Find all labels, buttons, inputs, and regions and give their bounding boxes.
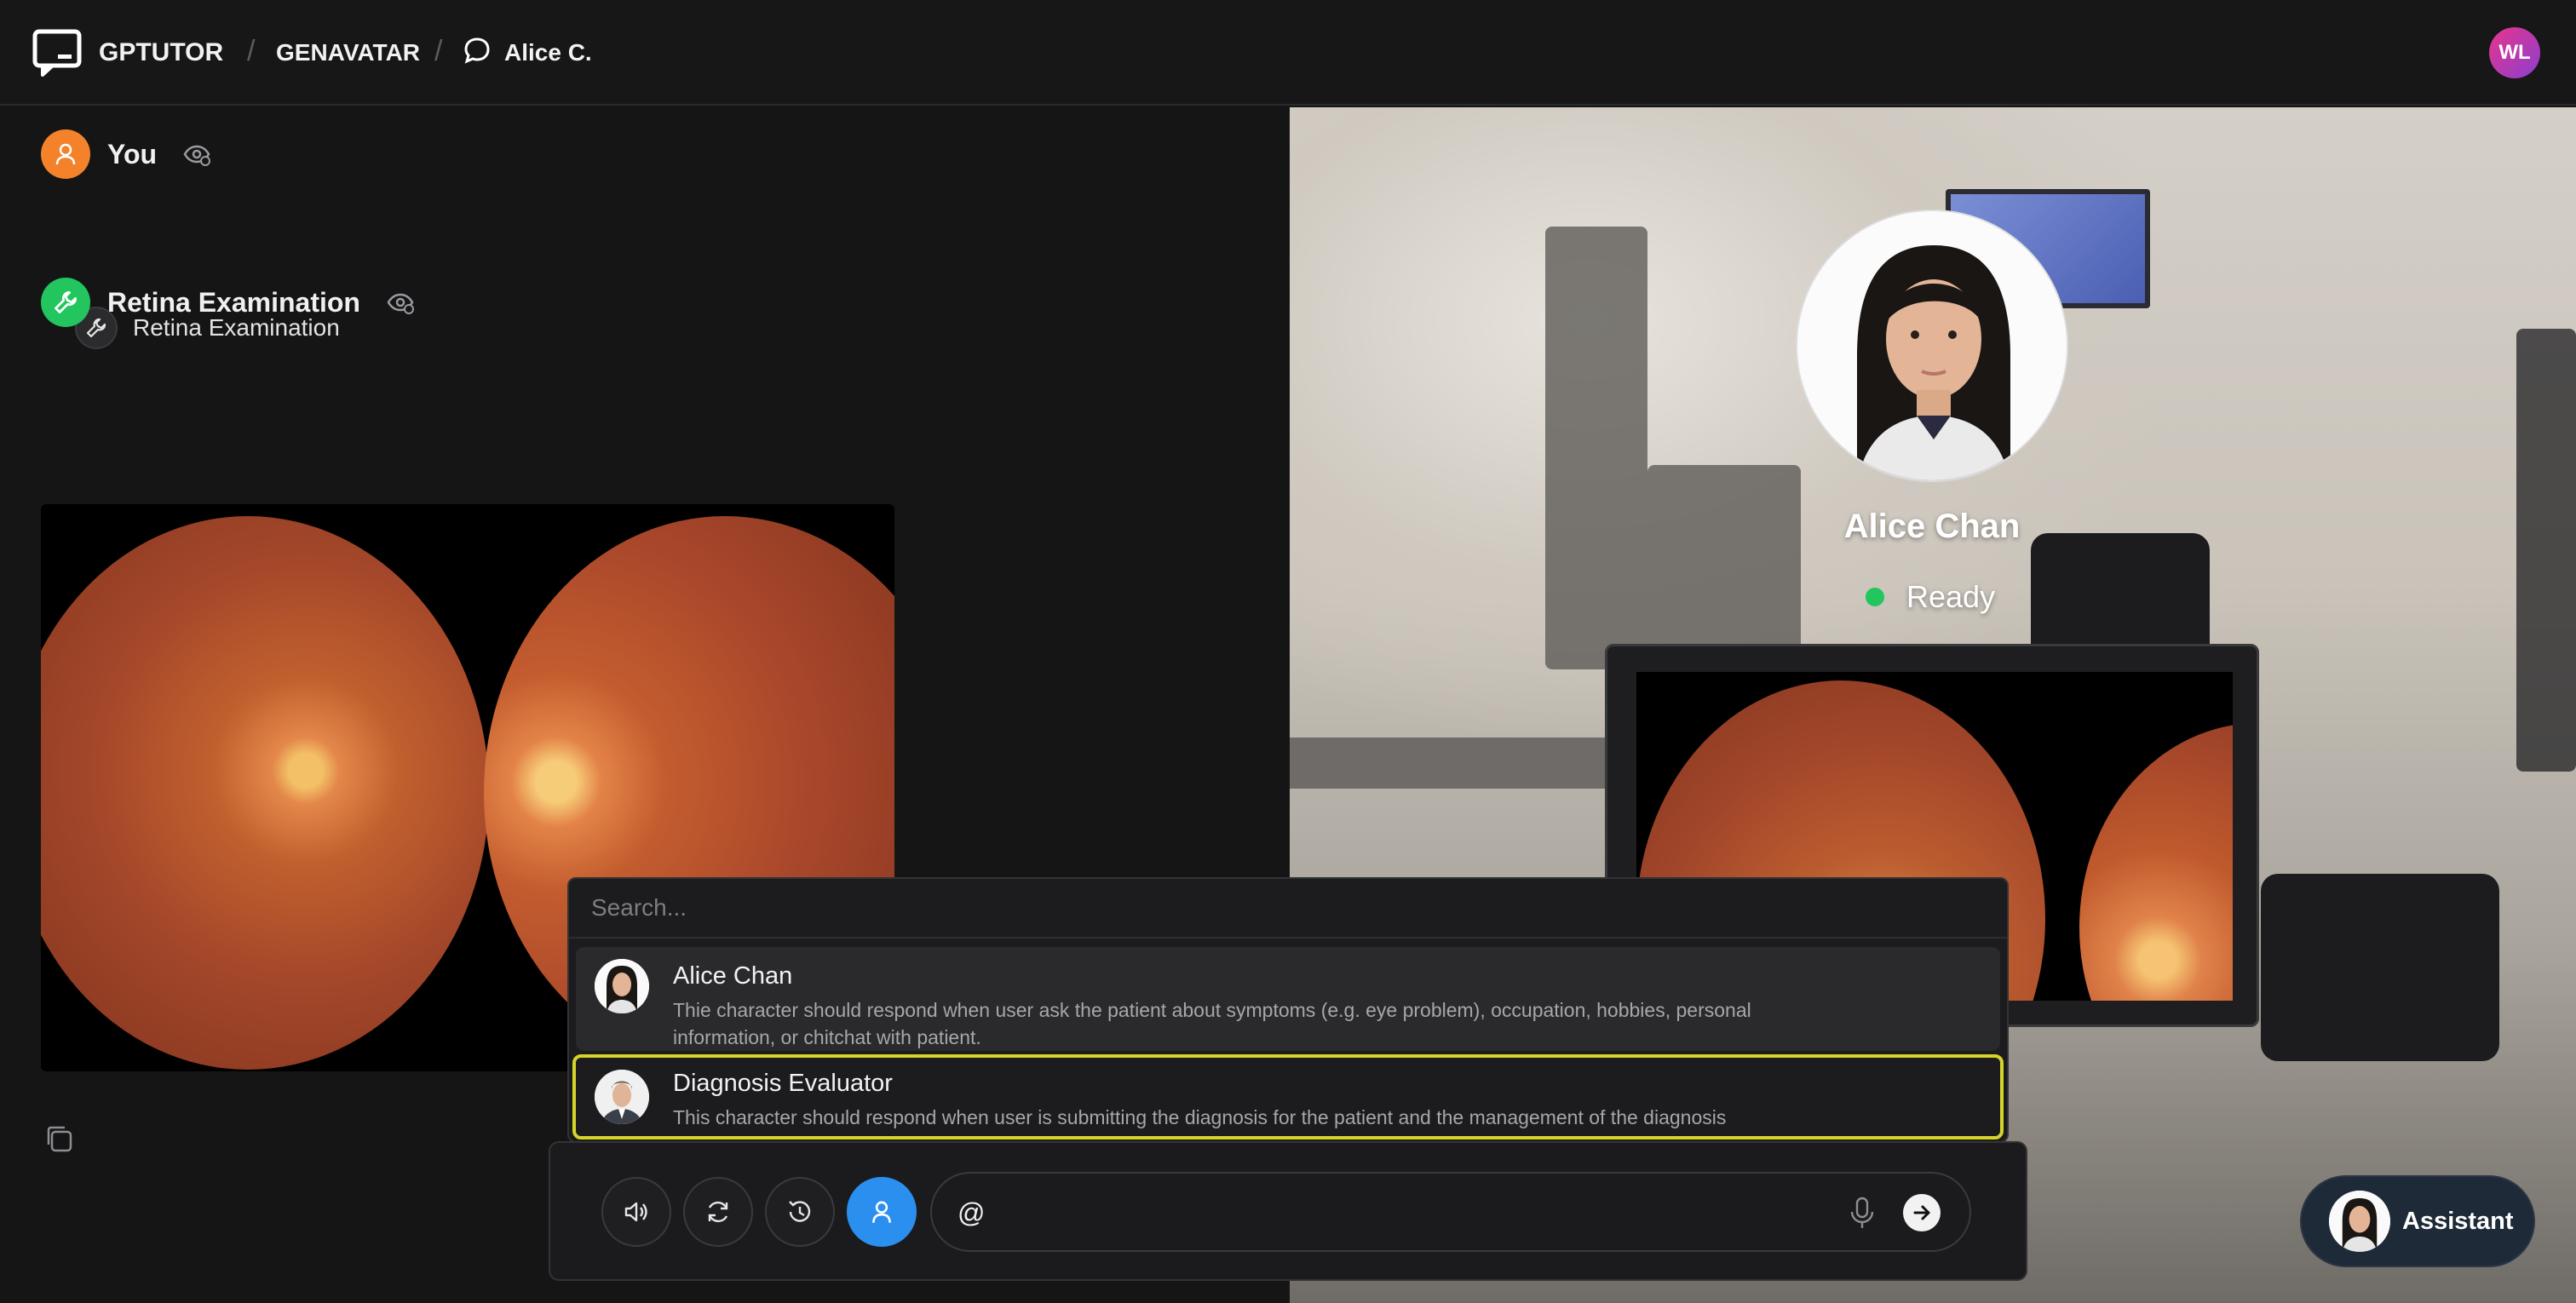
wall-equipment bbox=[2516, 329, 2576, 772]
message-role: You bbox=[107, 138, 158, 169]
right-eye-fundus bbox=[2079, 723, 2233, 1001]
top-header: GPTUTOR / GENAVATAR / Alice C. WL bbox=[0, 0, 2576, 106]
assistant-avatar-icon bbox=[2329, 1191, 2390, 1252]
message-input-wrapper bbox=[930, 1172, 1971, 1252]
character-option-name: Alice Chan bbox=[673, 962, 793, 990]
breadcrumb-chat[interactable]: Alice C. bbox=[504, 34, 592, 72]
user-avatar[interactable]: WL bbox=[2489, 27, 2540, 78]
waiting-chair bbox=[2261, 874, 2499, 1061]
left-eye-fundus bbox=[41, 516, 489, 1070]
brand-link[interactable]: GPTUTOR bbox=[99, 34, 223, 72]
assistant-button[interactable]: Assistant bbox=[2300, 1175, 2535, 1267]
history-button[interactable] bbox=[765, 1177, 835, 1247]
slit-lamp-machine bbox=[1545, 227, 1647, 669]
message-header-user: You bbox=[41, 129, 211, 179]
status-text: Ready bbox=[1906, 579, 1996, 614]
character-option-description: Thie character should respond when user … bbox=[673, 999, 1751, 1048]
user-icon bbox=[41, 129, 90, 179]
history-icon bbox=[789, 1201, 811, 1222]
alice-avatar-icon bbox=[595, 959, 649, 1013]
eye-visibility-icon[interactable] bbox=[182, 140, 211, 169]
breadcrumb-separator: / bbox=[247, 35, 256, 67]
send-arrow-icon bbox=[1913, 1205, 1930, 1220]
volume-icon bbox=[624, 1202, 647, 1222]
character-option-name: Diagnosis Evaluator bbox=[673, 1070, 893, 1097]
gptutor-logo-icon[interactable] bbox=[32, 29, 82, 78]
counter-top bbox=[1290, 738, 1647, 789]
woman-avatar-icon bbox=[1797, 211, 2067, 480]
send-button[interactable] bbox=[1903, 1194, 1941, 1231]
wrench-icon bbox=[41, 278, 90, 327]
breadcrumb-project[interactable]: GENAVATAR bbox=[276, 34, 420, 72]
volume-button[interactable] bbox=[601, 1177, 671, 1247]
message-header-tool: Retina Examination bbox=[41, 278, 415, 327]
eye-visibility-icon[interactable] bbox=[386, 288, 415, 317]
message-role: Retina Examination bbox=[107, 286, 360, 318]
character-status: Ready bbox=[1866, 579, 1995, 615]
refresh-button[interactable] bbox=[683, 1177, 753, 1247]
breadcrumb-separator: / bbox=[434, 35, 443, 67]
character-select-button[interactable] bbox=[847, 1177, 917, 1247]
character-search-input[interactable] bbox=[569, 879, 2007, 939]
character-name: Alice Chan bbox=[1843, 508, 2021, 545]
refresh-icon bbox=[708, 1201, 728, 1223]
character-option-description: This character should respond when user … bbox=[673, 1106, 1727, 1128]
character-option-diagnosis-evaluator[interactable]: Diagnosis Evaluator This character shoul… bbox=[572, 1054, 2004, 1139]
evaluator-avatar-icon bbox=[595, 1070, 649, 1124]
person-icon bbox=[872, 1201, 891, 1223]
message-input[interactable] bbox=[956, 1191, 1808, 1235]
mic-icon[interactable] bbox=[1843, 1194, 1881, 1231]
assistant-button-label: Assistant bbox=[2402, 1207, 2514, 1235]
status-dot bbox=[1866, 588, 1884, 606]
copy-icon[interactable] bbox=[43, 1122, 75, 1155]
exam-equipment bbox=[1647, 465, 1801, 669]
character-portrait bbox=[1796, 210, 2068, 482]
character-option-alice[interactable]: Alice Chan Thie character should respond… bbox=[576, 947, 2000, 1051]
character-mention-dropdown: Alice Chan Thie character should respond… bbox=[567, 877, 2009, 1143]
chat-bubble-icon bbox=[464, 37, 490, 64]
message-composer bbox=[549, 1141, 2027, 1281]
